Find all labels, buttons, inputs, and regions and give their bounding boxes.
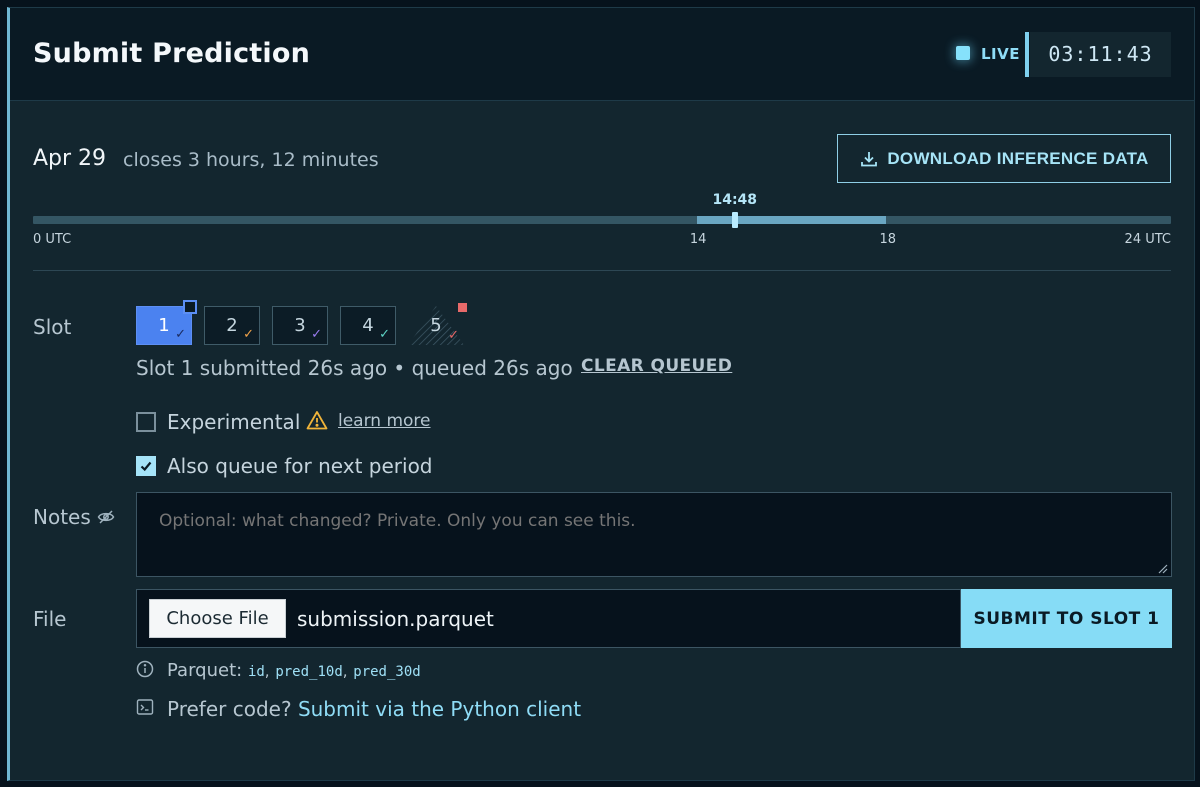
- column-name: pred_10d: [275, 664, 343, 680]
- slot-number: 3: [294, 315, 306, 336]
- timeline-track: [33, 212, 1171, 228]
- live-indicator-icon: [956, 46, 970, 60]
- experimental-label: Experimental: [167, 410, 301, 434]
- page-title: Submit Prediction: [33, 38, 311, 69]
- learn-more-link[interactable]: learn more: [338, 411, 431, 431]
- current-time-marker: [731, 212, 738, 228]
- timeline-window-end-label: 18: [879, 232, 897, 247]
- submission-window: [696, 216, 887, 224]
- period-closes: closes 3 hours, 12 minutes: [123, 149, 379, 171]
- slot-button-5[interactable]: 5 ✓: [408, 306, 464, 345]
- submit-to-slot-button[interactable]: SUBMIT TO SLOT 1: [961, 589, 1172, 648]
- choose-file-button[interactable]: Choose File: [149, 599, 286, 638]
- download-inference-data-button[interactable]: DOWNLOAD INFERENCE DATA: [837, 134, 1171, 183]
- file-input[interactable]: Choose File submission.parquet: [136, 589, 961, 648]
- live-label: LIVE: [981, 45, 1020, 63]
- slot-number: 2: [226, 315, 238, 336]
- column-name: pred_30d: [353, 664, 421, 680]
- period-date: Apr 29: [33, 146, 107, 171]
- python-client-link[interactable]: Submit via the Python client: [298, 697, 581, 721]
- check-icon: ✓: [243, 327, 254, 342]
- check-icon: ✓: [448, 328, 459, 343]
- section-divider: [33, 270, 1171, 271]
- warning-icon: [306, 411, 328, 430]
- clear-queued-button[interactable]: CLEAR QUEUED: [581, 356, 732, 376]
- slot-status-text: Slot 1 submitted 26s ago • queued 26s ag…: [136, 356, 573, 380]
- timeline-window-start-label: 14: [689, 232, 707, 247]
- check-icon: ✓: [379, 327, 390, 342]
- selected-file-name: submission.parquet: [297, 607, 494, 631]
- slot-number: 5: [430, 315, 442, 336]
- current-time-label: 14:48: [712, 192, 758, 208]
- prefer-code-text: Prefer code?: [167, 697, 292, 721]
- slot-number: 1: [158, 315, 170, 336]
- parquet-prefix: Parquet:: [167, 660, 243, 681]
- slot-button-4[interactable]: 4 ✓: [340, 306, 396, 345]
- parquet-columns-hint: Parquet: id, pred_10d, pred_30d: [167, 660, 421, 681]
- slot-button-2[interactable]: 2 ✓: [204, 306, 260, 345]
- slot-label: Slot: [33, 315, 72, 339]
- queue-next-period-checkbox[interactable]: [136, 456, 156, 476]
- notes-input[interactable]: [136, 492, 1172, 577]
- check-icon: ✓: [311, 327, 322, 342]
- download-button-label: DOWNLOAD INFERENCE DATA: [887, 148, 1149, 168]
- info-icon: [136, 660, 154, 678]
- experimental-checkbox[interactable]: [136, 412, 156, 432]
- slot-number: 4: [362, 315, 374, 336]
- file-label: File: [33, 607, 67, 631]
- selected-corner-icon: [183, 300, 197, 314]
- timeline-start-label: 0 UTC: [33, 232, 72, 247]
- resize-grip-icon[interactable]: [1158, 564, 1168, 574]
- queue-next-period-label: Also queue for next period: [167, 454, 433, 478]
- terminal-icon: [136, 699, 154, 715]
- eye-off-icon: [97, 510, 115, 524]
- download-icon: [861, 151, 878, 166]
- submit-prediction-panel: Submit Prediction LIVE 03:11:43 Apr 29 c…: [7, 7, 1195, 781]
- timeline-end-label: 24 UTC: [1124, 232, 1171, 247]
- column-name: id: [247, 664, 265, 680]
- panel-header: Submit Prediction LIVE 03:11:43: [10, 8, 1194, 101]
- check-icon: ✓: [175, 327, 186, 342]
- notes-label: Notes: [33, 505, 91, 529]
- slot-alert-icon: [458, 303, 467, 312]
- timer-accent-bar: [1025, 32, 1029, 77]
- slot-button-3[interactable]: 3 ✓: [272, 306, 328, 345]
- python-client-hint: Prefer code? Submit via the Python clien…: [167, 697, 581, 721]
- checkmark-icon: [140, 461, 152, 472]
- countdown-timer: 03:11:43: [1030, 32, 1171, 77]
